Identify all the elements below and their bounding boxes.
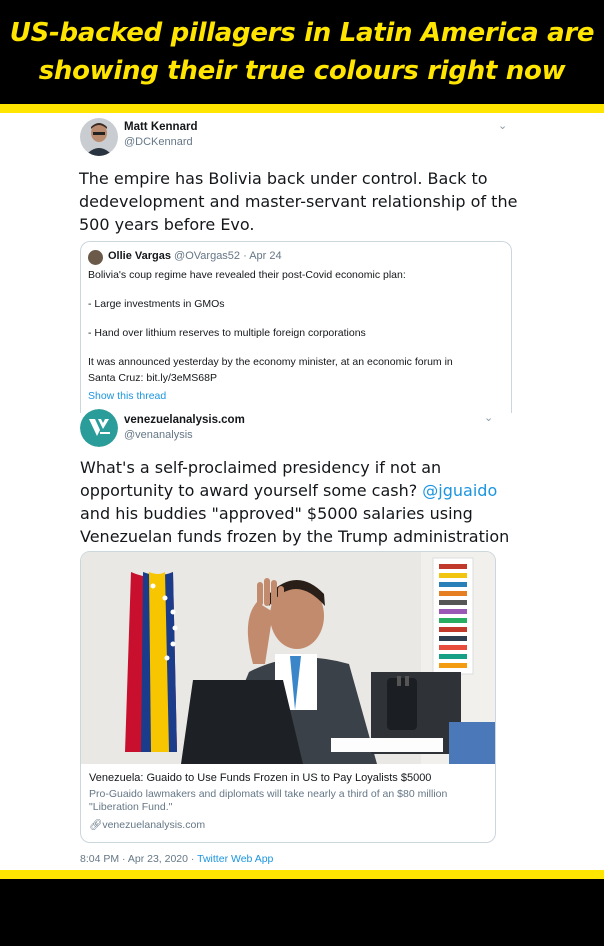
author-handle[interactable]: @venanalysis	[124, 429, 193, 441]
card-title[interactable]: Venezuela: Guaido to Use Funds Frozen in…	[89, 772, 431, 784]
tweet-matt-kennard: Matt Kennard @DCKennard ⌄ The empire has…	[66, 113, 528, 413]
quoted-line: - Hand over lithium reserves to multiple…	[88, 327, 366, 339]
headline-banner: US-backed pillagers in Latin America are…	[0, 0, 604, 104]
tweet-text: What's a self-proclaimed presidency if n…	[80, 456, 510, 548]
venezuelanalysis-logo[interactable]	[80, 409, 118, 447]
tweet-venezuelanalysis: venezuelanalysis.com @venanalysis ⌄ What…	[66, 409, 528, 870]
quoted-tweet[interactable]: Ollie Vargas @OVargas52 · Apr 24 Bolivia…	[80, 241, 512, 413]
headline-line-2: showing their true colours right now	[38, 56, 566, 86]
yellow-divider-bottom	[0, 870, 604, 879]
quoted-header: Ollie Vargas @OVargas52 · Apr 24	[108, 250, 282, 262]
author-handle[interactable]: @DCKennard	[124, 136, 193, 148]
quoted-line: It was announced yesterday by the econom…	[88, 356, 453, 368]
link-icon: 🔗︎	[89, 819, 103, 831]
quoted-author-handle[interactable]: @OVargas52	[174, 250, 240, 262]
tweet-text: The empire has Bolivia back under contro…	[79, 169, 518, 234]
quoted-date: · Apr 24	[243, 250, 282, 262]
quoted-line: Bolivia's coup regime have revealed thei…	[88, 269, 406, 281]
chevron-down-icon[interactable]: ⌄	[498, 119, 507, 132]
author-name[interactable]: Matt Kennard	[124, 121, 197, 133]
tweets-panel: Matt Kennard @DCKennard ⌄ The empire has…	[0, 113, 604, 870]
quoted-line: - Large investments in GMOs	[88, 298, 225, 310]
tweet-text-part-1: What's a self-proclaimed presidency if n…	[80, 458, 442, 500]
avatar[interactable]	[80, 118, 118, 156]
card-domain-text: venezuelanalysis.com	[102, 819, 206, 831]
tweet-timestamp[interactable]: 8:04 PM · Apr 23, 2020 ·	[80, 853, 197, 865]
headline-line-1: US-backed pillagers in Latin America are	[9, 18, 595, 48]
bottom-bar	[0, 879, 604, 946]
show-thread-link[interactable]: Show this thread	[88, 390, 166, 402]
card-domain[interactable]: 🔗︎venezuelanalysis.com	[89, 818, 205, 831]
quoted-line: Santa Cruz: bit.ly/3eMS68P	[88, 372, 217, 384]
tweet-meta: 8:04 PM · Apr 23, 2020 · Twitter Web App	[80, 853, 273, 865]
link-card[interactable]: Venezuela: Guaido to Use Funds Frozen in…	[80, 551, 496, 843]
quoted-avatar	[88, 250, 103, 265]
quoted-author-name[interactable]: Ollie Vargas	[108, 250, 171, 262]
card-image[interactable]	[81, 552, 495, 764]
chevron-down-icon[interactable]: ⌄	[484, 411, 493, 424]
author-name[interactable]: venezuelanalysis.com	[124, 414, 245, 426]
yellow-divider-top	[0, 104, 604, 113]
tweet-source[interactable]: Twitter Web App	[197, 853, 273, 865]
tweet-text-part-2: and his buddies "approved" $5000 salarie…	[80, 504, 510, 546]
mention-link[interactable]: @jguaido	[422, 481, 497, 500]
card-description: Pro-Guaido lawmakers and diplomats will …	[89, 788, 448, 813]
